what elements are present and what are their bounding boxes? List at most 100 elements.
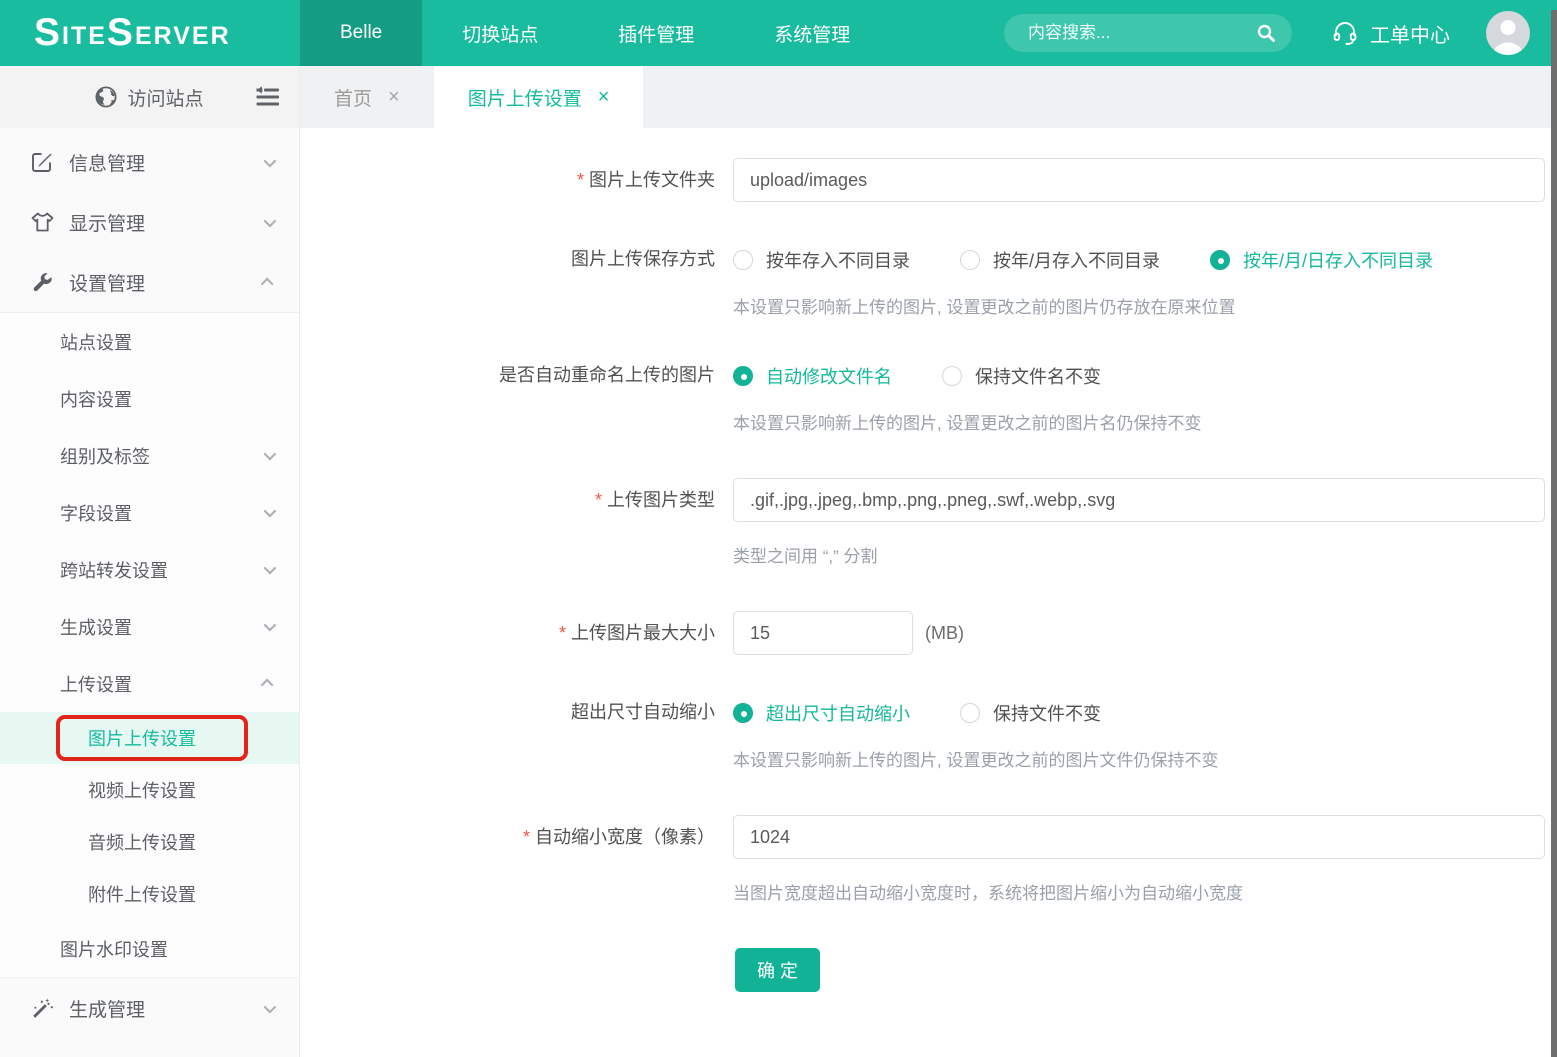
edit-square-icon xyxy=(30,151,54,173)
form-row-save-mode: 图片上传保存方式 按年存入不同目录 按年/月存入不同目录 按年/月/日存入不同目… xyxy=(300,246,1557,318)
radio-selected-icon xyxy=(733,366,753,386)
help-text: 当图片宽度超出自动缩小宽度时，系统将把图片缩小为自动缩小宽度 xyxy=(733,879,1545,904)
radio-auto-rename[interactable]: 自动修改文件名 xyxy=(733,363,892,389)
chevron-down-icon xyxy=(264,619,277,632)
chevron-down-icon xyxy=(264,1000,277,1013)
wrench-icon xyxy=(30,271,54,293)
tab-image-upload-settings[interactable]: 图片上传设置 × xyxy=(434,66,644,128)
sidebar-item-image-watermark-settings[interactable]: 图片水印设置 xyxy=(0,920,299,977)
chevron-down-icon xyxy=(264,562,277,575)
close-icon[interactable]: × xyxy=(388,86,400,109)
unit-label: (MB) xyxy=(925,611,964,655)
tab-bar: 首页 × 图片上传设置 × xyxy=(300,66,1557,128)
globe-icon xyxy=(95,86,117,108)
chevron-up-icon xyxy=(261,679,274,692)
sidebar-item-cross-site-forward[interactable]: 跨站转发设置 xyxy=(0,541,299,598)
logo-text: S xyxy=(34,17,62,49)
sidebar-item-image-upload-settings[interactable]: 图片上传设置 xyxy=(0,712,299,764)
form-row-image-types: *上传图片类型 类型之间用 “,” 分割 xyxy=(300,478,1557,567)
settings-submenu: 站点设置 内容设置 组别及标签 字段设置 跨站转发设置 生成设置 上传设置 图片… xyxy=(0,312,299,978)
radio-icon xyxy=(733,250,753,270)
sidebar: 访问站点 信息管理 显示管理 xyxy=(0,66,300,1057)
main-area: 首页 × 图片上传设置 × *图片上传文件夹 图片上传保存方式 xyxy=(300,66,1557,1057)
chevron-up-icon xyxy=(261,277,274,290)
sidebar-menu: 信息管理 显示管理 设置管理 站点设置 内容设置 组别及标签 xyxy=(0,128,299,1038)
field-label: 自动缩小宽度（像素） xyxy=(535,827,715,847)
required-marker: * xyxy=(595,490,602,510)
sidebar-item-video-upload-settings[interactable]: 视频上传设置 xyxy=(0,764,299,816)
top-nav: Belle 切换站点 插件管理 系统管理 xyxy=(300,0,890,66)
sidebar-item-display-mgmt[interactable]: 显示管理 xyxy=(0,192,299,252)
radio-auto-shrink[interactable]: 超出尺寸自动缩小 xyxy=(733,700,910,726)
required-marker: * xyxy=(559,623,566,643)
radio-save-by-year-month-day[interactable]: 按年/月/日存入不同目录 xyxy=(1210,247,1433,273)
field-label: 上传图片最大大小 xyxy=(571,623,715,643)
search-icon[interactable] xyxy=(1256,23,1276,43)
sidebar-item-generate-settings[interactable]: 生成设置 xyxy=(0,598,299,655)
field-label: 是否自动重命名上传的图片 xyxy=(300,362,733,388)
required-marker: * xyxy=(523,827,530,847)
top-bar: SITESERVER Belle 切换站点 插件管理 系统管理 xyxy=(0,0,1557,66)
sidebar-item-content-settings[interactable]: 内容设置 xyxy=(0,370,299,427)
chevron-down-icon xyxy=(264,154,277,167)
collapse-sidebar-icon[interactable] xyxy=(255,85,281,109)
chevron-down-icon xyxy=(264,505,277,518)
form-row-upload-folder: *图片上传文件夹 xyxy=(300,158,1557,202)
nav-item-site-belle[interactable]: Belle xyxy=(300,0,422,66)
radio-icon xyxy=(942,366,962,386)
visit-site-button[interactable]: 访问站点 xyxy=(0,66,299,128)
form-row-max-size: *上传图片最大大小 (MB) xyxy=(300,611,1557,655)
confirm-button[interactable]: 确 定 xyxy=(735,948,820,992)
help-text: 本设置只影响新上传的图片, 设置更改之前的图片仍存放在原来位置 xyxy=(733,293,1545,318)
sidebar-item-field-settings[interactable]: 字段设置 xyxy=(0,484,299,541)
required-marker: * xyxy=(577,170,584,190)
help-text: 类型之间用 “,” 分割 xyxy=(733,542,1545,567)
radio-icon xyxy=(960,703,980,723)
scrollbar[interactable] xyxy=(1551,10,1557,1057)
sidebar-item-groups-tags[interactable]: 组别及标签 xyxy=(0,427,299,484)
max-size-input[interactable] xyxy=(733,611,913,655)
ticket-center[interactable]: 工单中心 xyxy=(1332,19,1450,48)
sidebar-item-attachment-upload-settings[interactable]: 附件上传设置 xyxy=(0,868,299,920)
sidebar-item-generate-mgmt[interactable]: 生成管理 xyxy=(0,978,299,1038)
form-row-shrink-width: *自动缩小宽度（像素） 当图片宽度超出自动缩小宽度时，系统将把图片缩小为自动缩小… xyxy=(300,815,1557,904)
field-label: 图片上传保存方式 xyxy=(300,246,733,272)
avatar[interactable] xyxy=(1486,11,1530,55)
upload-folder-input[interactable] xyxy=(733,158,1545,202)
field-label: 上传图片类型 xyxy=(607,490,715,510)
radio-keep-filename[interactable]: 保持文件名不变 xyxy=(942,363,1101,389)
radio-selected-icon xyxy=(733,703,753,723)
field-label: 图片上传文件夹 xyxy=(589,170,715,190)
form-content: *图片上传文件夹 图片上传保存方式 按年存入不同目录 按年/月存入不同目录 按年… xyxy=(300,128,1557,992)
field-label: 超出尺寸自动缩小 xyxy=(300,699,733,725)
radio-icon xyxy=(960,250,980,270)
sidebar-item-audio-upload-settings[interactable]: 音频上传设置 xyxy=(0,816,299,868)
sidebar-item-info-mgmt[interactable]: 信息管理 xyxy=(0,132,299,192)
tab-home[interactable]: 首页 × xyxy=(300,66,434,128)
logo[interactable]: SITESERVER xyxy=(0,0,300,66)
sidebar-item-upload-settings[interactable]: 上传设置 xyxy=(0,655,299,712)
form-row-auto-rename: 是否自动重命名上传的图片 自动修改文件名 保持文件名不变 本设置只影响新上传的图… xyxy=(300,362,1557,434)
form-row-auto-shrink: 超出尺寸自动缩小 超出尺寸自动缩小 保持文件不变 本设置只影响新上传的图片, 设… xyxy=(300,699,1557,771)
magic-wand-icon xyxy=(30,997,54,1020)
ticket-center-label: 工单中心 xyxy=(1370,19,1450,48)
chevron-down-icon xyxy=(264,214,277,227)
top-bar-right: 工单中心 xyxy=(1004,0,1557,66)
content-search-box[interactable] xyxy=(1004,14,1292,52)
image-types-input[interactable] xyxy=(733,478,1545,522)
nav-item-plugin-mgmt[interactable]: 插件管理 xyxy=(578,0,734,66)
radio-save-by-year[interactable]: 按年存入不同目录 xyxy=(733,247,910,273)
radio-selected-icon xyxy=(1210,250,1230,270)
radio-keep-file[interactable]: 保持文件不变 xyxy=(960,700,1101,726)
headset-icon xyxy=(1332,20,1358,46)
shrink-width-input[interactable] xyxy=(733,815,1545,859)
nav-item-system-mgmt[interactable]: 系统管理 xyxy=(734,0,890,66)
nav-item-switch-site[interactable]: 切换站点 xyxy=(422,0,578,66)
visit-site-label: 访问站点 xyxy=(127,84,203,111)
sidebar-item-site-settings[interactable]: 站点设置 xyxy=(0,313,299,370)
radio-save-by-year-month[interactable]: 按年/月存入不同目录 xyxy=(960,247,1160,273)
chevron-down-icon xyxy=(264,448,277,461)
sidebar-item-settings-mgmt[interactable]: 设置管理 xyxy=(0,252,299,312)
search-input[interactable] xyxy=(1028,23,1256,43)
close-icon[interactable]: × xyxy=(598,86,610,109)
